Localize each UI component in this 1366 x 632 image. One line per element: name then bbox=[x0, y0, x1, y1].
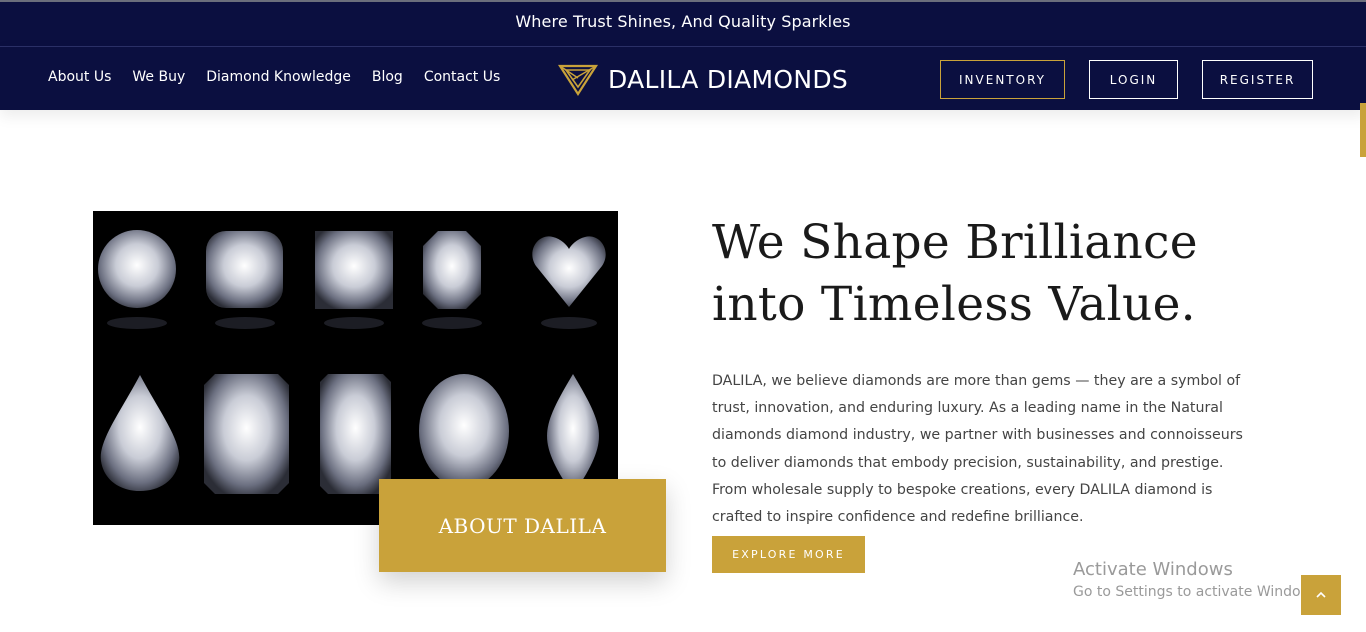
nav-menu: About Us We Buy Diamond Knowledge Blog C… bbox=[48, 69, 521, 85]
diamond-shapes-image bbox=[93, 211, 618, 525]
nav-about-us[interactable]: About Us bbox=[48, 69, 111, 85]
back-to-top-button[interactable] bbox=[1301, 575, 1341, 615]
explore-more-button[interactable]: EXPLORE MORE bbox=[712, 536, 865, 573]
hero-headline: We Shape Brilliance into Timeless Value. bbox=[712, 212, 1272, 336]
site-logo[interactable]: DALILA DIAMONDS bbox=[556, 59, 848, 99]
activate-subtitle: Go to Settings to activate Windows. bbox=[1073, 584, 1324, 600]
chevron-up-icon bbox=[1316, 591, 1326, 598]
headline-line-2: into Timeless Value. bbox=[712, 277, 1196, 332]
nav-we-buy[interactable]: We Buy bbox=[132, 69, 185, 85]
nav-diamond-knowledge[interactable]: Diamond Knowledge bbox=[206, 69, 351, 85]
diamond-shapes-illustration bbox=[93, 211, 618, 525]
login-button[interactable]: LOGIN bbox=[1089, 60, 1178, 99]
diamond-logo-icon bbox=[557, 64, 599, 97]
scrollbar-thumb[interactable] bbox=[1360, 103, 1366, 157]
inventory-button[interactable]: INVENTORY bbox=[940, 60, 1065, 99]
nav-contact-us[interactable]: Contact Us bbox=[424, 69, 500, 85]
activate-title: Activate Windows bbox=[1073, 559, 1233, 580]
headline-line-1: We Shape Brilliance bbox=[712, 215, 1198, 270]
windows-activation-watermark: Activate Windows Go to Settings to activ… bbox=[1073, 559, 1324, 600]
tagline: Where Trust Shines, And Quality Sparkles bbox=[515, 12, 851, 31]
register-button[interactable]: REGISTER bbox=[1202, 60, 1313, 99]
logo-text: DALILA DIAMONDS bbox=[608, 64, 849, 94]
main-nav: About Us We Buy Diamond Knowledge Blog C… bbox=[0, 46, 1366, 157]
hero-description: DALILA, we believe diamonds are more tha… bbox=[712, 373, 1243, 526]
about-dalila-label: ABOUT DALILA bbox=[379, 479, 666, 572]
nav-blog[interactable]: Blog bbox=[372, 69, 403, 85]
announcement-bar: Where Trust Shines, And Quality Sparkles bbox=[0, 0, 1366, 46]
